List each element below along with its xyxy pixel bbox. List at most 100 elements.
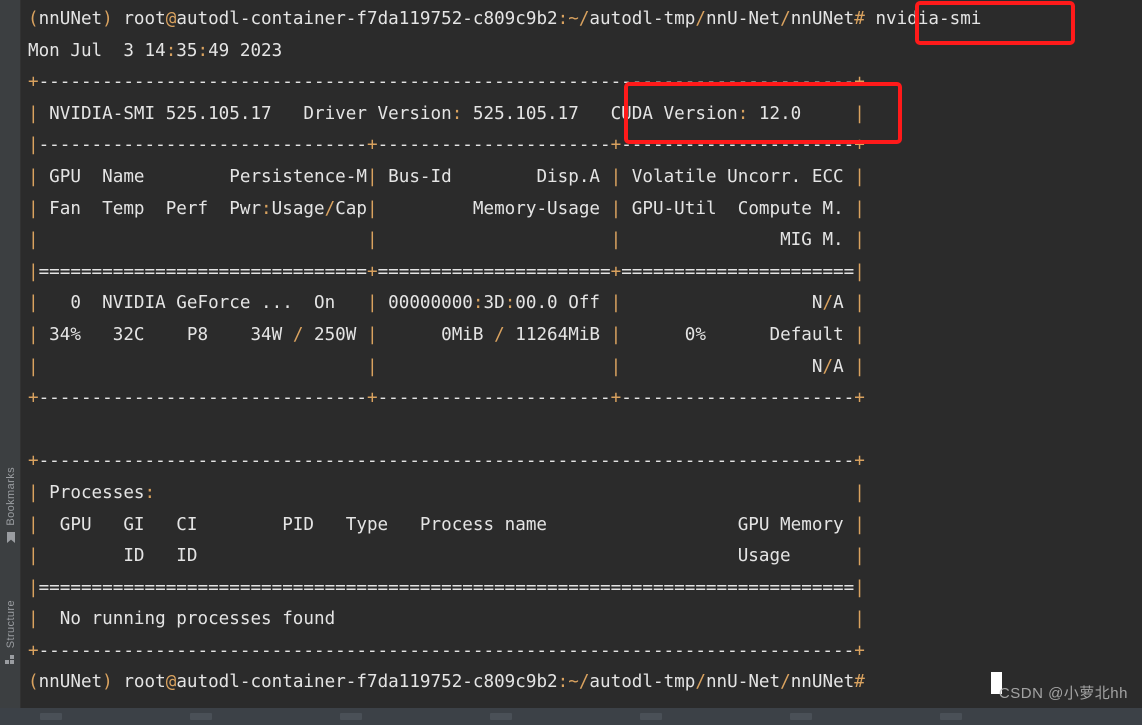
terminal-span: + (854, 72, 865, 93)
terminal-span: 0MiB (377, 324, 495, 345)
terminal-span: @ (165, 9, 177, 29)
terminal-span: 00.0 Off (515, 293, 611, 314)
terminal-span: : (737, 103, 749, 124)
terminal-span: | (854, 261, 865, 282)
terminal-span: / (695, 672, 706, 693)
terminal-span: + (854, 451, 865, 472)
terminal-span: autodl-container-f7da119752-c809c9b2 (176, 9, 558, 29)
terminal-span: + (366, 388, 378, 409)
terminal-span: root (112, 9, 166, 29)
terminal-span: | (28, 324, 39, 345)
terminal-span: | (28, 546, 39, 567)
terminal-span: autodl-tmp (589, 9, 696, 29)
terminal-span: ========================================… (38, 577, 855, 598)
terminal-span: | (610, 230, 622, 251)
sidebar-item-structure[interactable]: Structure (0, 600, 21, 666)
terminal-span: | (854, 609, 865, 630)
terminal-span: 3D (483, 293, 505, 314)
terminal-span: + (366, 261, 378, 282)
terminal-span: | (28, 103, 39, 124)
terminal-span: + (610, 261, 622, 282)
bottom-bar-tick (640, 713, 662, 720)
terminal-span: :~/ (557, 672, 590, 693)
terminal-line: |-------------------------------+ -------… (28, 130, 981, 162)
terminal-line: | Fan Temp Perf Pwr:Usage/Cap| Memory-Us… (28, 194, 981, 226)
terminal-span: + (28, 72, 39, 93)
bottom-bar-tick (790, 713, 812, 720)
terminal-span: | (28, 198, 39, 219)
terminal-span: / (780, 9, 791, 29)
terminal-line: | GPU Name Persistence-M| Bus-Id Disp.A … (28, 162, 981, 194)
terminal-span: # (854, 9, 865, 29)
terminal-span: ) (102, 672, 113, 693)
terminal-span: ---------------------- (377, 388, 611, 409)
terminal-span: :~/ (557, 9, 590, 29)
terminal-span: ------------------------------- (38, 135, 367, 156)
terminal-span: | (366, 324, 378, 345)
terminal-span (39, 357, 367, 377)
terminal-span: + (28, 388, 39, 409)
horizontal-scrollbar[interactable] (0, 708, 1142, 725)
terminal-span: | (28, 230, 39, 251)
terminal-span: : (144, 482, 156, 503)
terminal-span: 0 NVIDIA GeForce ... On (38, 293, 367, 314)
terminal-span: : (261, 198, 272, 219)
terminal-span: | (366, 293, 378, 314)
terminal-output-pane[interactable]: (nnUNet) root@autodl-container-f7da11975… (22, 0, 1142, 708)
terminal-span: + (366, 135, 378, 156)
terminal-span: + (854, 640, 865, 661)
terminal-span: GPU GI CI PID Type Process name GPU Memo… (38, 514, 855, 535)
bottom-bar-tick (40, 713, 62, 720)
terminal-line: (nnUNet) root@autodl-container-f7da11975… (28, 4, 981, 36)
terminal-span: nnUNet (790, 9, 855, 29)
terminal-line: | 0 NVIDIA GeForce ... On | 00000000:3D:… (28, 288, 981, 320)
terminal-span: N (621, 356, 823, 377)
terminal-span: Fan Temp Perf Pwr (38, 198, 262, 219)
terminal-line: Mon Jul 3 14:35:49 2023 (28, 36, 981, 68)
terminal-span: nnU-Net (705, 672, 781, 693)
terminal-span: ---------------------- (621, 135, 855, 156)
terminal-span: No running processes found (38, 609, 855, 630)
terminal-line: | 34% 32C P8 34W / 250W | 0MiB / 11264Mi… (28, 320, 981, 352)
terminal-line: | GPU GI CI PID Type Process name GPU Me… (28, 510, 981, 542)
terminal-span: ID ID Usage (38, 546, 855, 567)
terminal-span: nnUNet (38, 9, 103, 29)
sidebar-item-bookmarks-label: Bookmarks (4, 467, 17, 526)
terminal-span: | (610, 166, 622, 187)
terminal-span: 11264MiB (504, 324, 611, 345)
terminal-span: Memory-Usage (377, 198, 611, 219)
terminal-line: | Processes: | (28, 478, 981, 510)
terminal-span (378, 357, 611, 377)
terminal-span: | (854, 356, 865, 377)
terminal-span: | (28, 482, 39, 503)
terminal-span: : (451, 103, 463, 124)
bottom-bar-tick (940, 713, 962, 720)
terminal-window: Bookmarks Structure (nnUNet) root@autodl… (0, 0, 1142, 725)
terminal-span: | (28, 514, 39, 535)
bookmark-icon (5, 531, 17, 544)
terminal-span: ------------------------------- (38, 388, 367, 409)
terminal-span: | (854, 514, 865, 535)
terminal-line: | | | N/A | (28, 352, 981, 384)
terminal-span: nvidia-smi (864, 9, 982, 29)
terminal-span: | (28, 135, 39, 156)
terminal-span (155, 483, 854, 503)
terminal-span: Processes (38, 482, 145, 503)
sidebar-item-bookmarks[interactable]: Bookmarks (0, 467, 21, 544)
terminal-span: 525.105.17 CUDA Version (462, 103, 738, 124)
terminal-span: | (366, 198, 378, 219)
terminal-span: ( (28, 9, 39, 29)
terminal-line: |=======================================… (28, 573, 981, 605)
terminal-span: ====================== (377, 261, 611, 282)
terminal-span: : (504, 293, 516, 314)
terminal-line: +---------------------------------------… (28, 67, 981, 99)
terminal-span: 34% 32C P8 34W (38, 324, 293, 345)
watermark: CSDN @小萝北hh (998, 685, 1128, 702)
terminal-line: | | | MIG M. | (28, 225, 981, 257)
terminal-span: | (28, 356, 39, 377)
terminal-span: A (833, 356, 855, 377)
terminal-span: : (472, 293, 484, 314)
terminal-line: | No running processes found | (28, 604, 981, 636)
terminal-span: MIG M. (621, 230, 855, 251)
